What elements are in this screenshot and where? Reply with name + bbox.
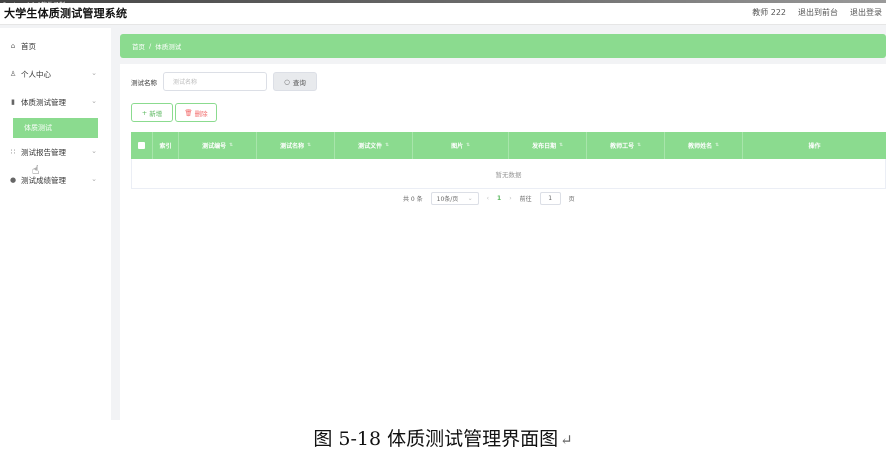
chevron-down-icon: ⌄: [91, 175, 97, 183]
column-header-teacher-id[interactable]: 教师工号 ⇅: [587, 132, 665, 159]
sidebar-item-label: 体质测试管理: [21, 97, 66, 107]
chevron-down-icon: ⌄: [467, 195, 473, 202]
sort-icon: ⇅: [229, 143, 233, 148]
table-empty-state: 暂无数据: [131, 159, 886, 189]
search-row: 测试名称 测试名称 ○ 查询: [131, 72, 317, 91]
search-label: 测试名称: [131, 78, 157, 87]
chevron-down-icon: ⌄: [91, 69, 97, 77]
select-all-checkbox[interactable]: [131, 132, 153, 159]
delete-button-label: 删除: [194, 109, 208, 118]
plus-icon: +: [141, 108, 148, 117]
column-header-publish-date[interactable]: 发布日期 ⇅: [509, 132, 587, 159]
column-header-image[interactable]: 图片 ⇅: [413, 132, 509, 159]
user-icon: ♙: [9, 70, 17, 78]
column-header-test-file[interactable]: 测试文件 ⇅: [335, 132, 413, 159]
search-icon: ○: [284, 77, 290, 86]
column-header-teacher-name[interactable]: 教师姓名 ⇅: [665, 132, 743, 159]
top-bar: Capture4.1.9软件录制 大学生体质测试管理系统 教师 222 退出到前…: [0, 0, 886, 25]
checkbox-icon: [138, 142, 145, 149]
search-button[interactable]: ○ 查询: [273, 72, 317, 91]
column-header-actions: 操作: [808, 143, 821, 150]
sort-icon: ⇅: [559, 143, 563, 148]
data-table: 索引 测试编号 ⇅ 测试名称 ⇅ 测试文件 ⇅ 图片 ⇅ 发布日期 ⇅ 教师工号 ⇅ 教师姓…: [131, 132, 886, 189]
main-content: 首页 / 体质测试 测试名称 测试名称 ○ 查询 + 新增 🗑 删除 索引 测试…: [111, 28, 886, 420]
chevron-down-icon: ⌄: [91, 97, 97, 105]
next-page-icon[interactable]: ›: [509, 195, 511, 202]
figure-caption: 图 5-18 体质测试管理界面图 ↵: [313, 428, 573, 450]
content-panel: 测试名称 测试名称 ○ 查询 + 新增 🗑 删除 索引 测试编号 ⇅ 测试名称 …: [120, 64, 886, 420]
window-edge: [0, 0, 886, 3]
sidebar-item-label: 测试成绩管理: [21, 175, 66, 185]
column-header-test-name[interactable]: 测试名称 ⇅: [257, 132, 335, 159]
page-unit: 页: [568, 196, 575, 203]
sidebar-item-label: 首页: [21, 41, 36, 51]
sidebar-item-label: 测试报告管理: [21, 147, 66, 157]
goto-label: 前往: [519, 196, 532, 203]
sidebar-item-label: 个人中心: [21, 69, 51, 79]
table-header: 索引 测试编号 ⇅ 测试名称 ⇅ 测试文件 ⇅ 图片 ⇅ 发布日期 ⇅ 教师工号 ⇅ 教师姓…: [131, 132, 886, 159]
pin-icon: ●: [9, 176, 17, 184]
search-button-label: 查询: [292, 78, 306, 87]
goto-page-input[interactable]: 1: [539, 192, 561, 205]
breadcrumb-home[interactable]: 首页: [132, 41, 145, 51]
sort-icon: ⇅: [385, 143, 389, 148]
return-mark-icon: ↵: [560, 431, 573, 449]
column-header-index: 索引: [153, 132, 179, 159]
sort-icon: ⇅: [466, 143, 470, 148]
chart-icon: ▮: [11, 98, 15, 106]
grid-icon: ∷: [10, 148, 16, 156]
pagination-total: 共 0 条: [403, 196, 423, 203]
sort-icon: ⇅: [715, 143, 719, 148]
sidebar-item-fitness-test[interactable]: ▮ 体质测试管理 ⌄: [0, 88, 111, 116]
back-to-front-link[interactable]: 退出到前台: [798, 7, 838, 18]
breadcrumb-current: 体质测试: [155, 43, 182, 51]
home-icon: ⌂: [10, 42, 16, 50]
column-header-test-id[interactable]: 测试编号 ⇅: [179, 132, 257, 159]
sidebar-item-test-report[interactable]: ∷ 测试报告管理 ⌄: [0, 138, 111, 166]
action-buttons: + 新增 🗑 删除: [131, 103, 217, 122]
top-right-links: 教师 222 退出到前台 退出登录: [752, 7, 882, 18]
app-title: 大学生体质测试管理系统: [4, 7, 128, 20]
breadcrumb-separator: /: [149, 42, 152, 50]
delete-button[interactable]: 🗑 删除: [175, 103, 217, 122]
trash-icon: 🗑: [184, 108, 193, 117]
page-size-select[interactable]: 10条/页 ⌄: [430, 192, 479, 205]
sort-icon: ⇅: [307, 143, 311, 148]
sidebar-item-test-score[interactable]: ● 测试成绩管理 ⌄: [0, 166, 111, 194]
logout-link[interactable]: 退出登录: [850, 7, 882, 18]
current-page[interactable]: 1: [497, 195, 501, 202]
sidebar: ⌂ 首页 ♙ 个人中心 ⌄ ▮ 体质测试管理 ⌄ 体质测试 ∷ 测试报告管理 ⌄…: [0, 28, 111, 420]
sidebar-item-profile[interactable]: ♙ 个人中心 ⌄: [0, 60, 111, 88]
screen: Capture4.1.9软件录制 大学生体质测试管理系统 教师 222 退出到前…: [0, 0, 886, 420]
prev-page-icon[interactable]: ‹: [487, 195, 489, 202]
pagination: 共 0 条 10条/页 ⌄ ‹ 1 › 前往 1 页: [403, 192, 575, 205]
add-button-label: 新增: [149, 109, 163, 118]
sort-icon: ⇅: [637, 143, 641, 148]
sidebar-item-home[interactable]: ⌂ 首页: [0, 32, 111, 60]
current-user[interactable]: 教师 222: [752, 7, 786, 18]
add-button[interactable]: + 新增: [131, 103, 173, 122]
chevron-down-icon: ⌄: [91, 147, 97, 155]
search-input[interactable]: 测试名称: [163, 72, 267, 91]
breadcrumb: 首页 / 体质测试: [120, 34, 886, 58]
sidebar-subitem-fitness-test[interactable]: 体质测试: [13, 118, 98, 138]
hand-cursor-icon: ☝: [32, 163, 40, 177]
